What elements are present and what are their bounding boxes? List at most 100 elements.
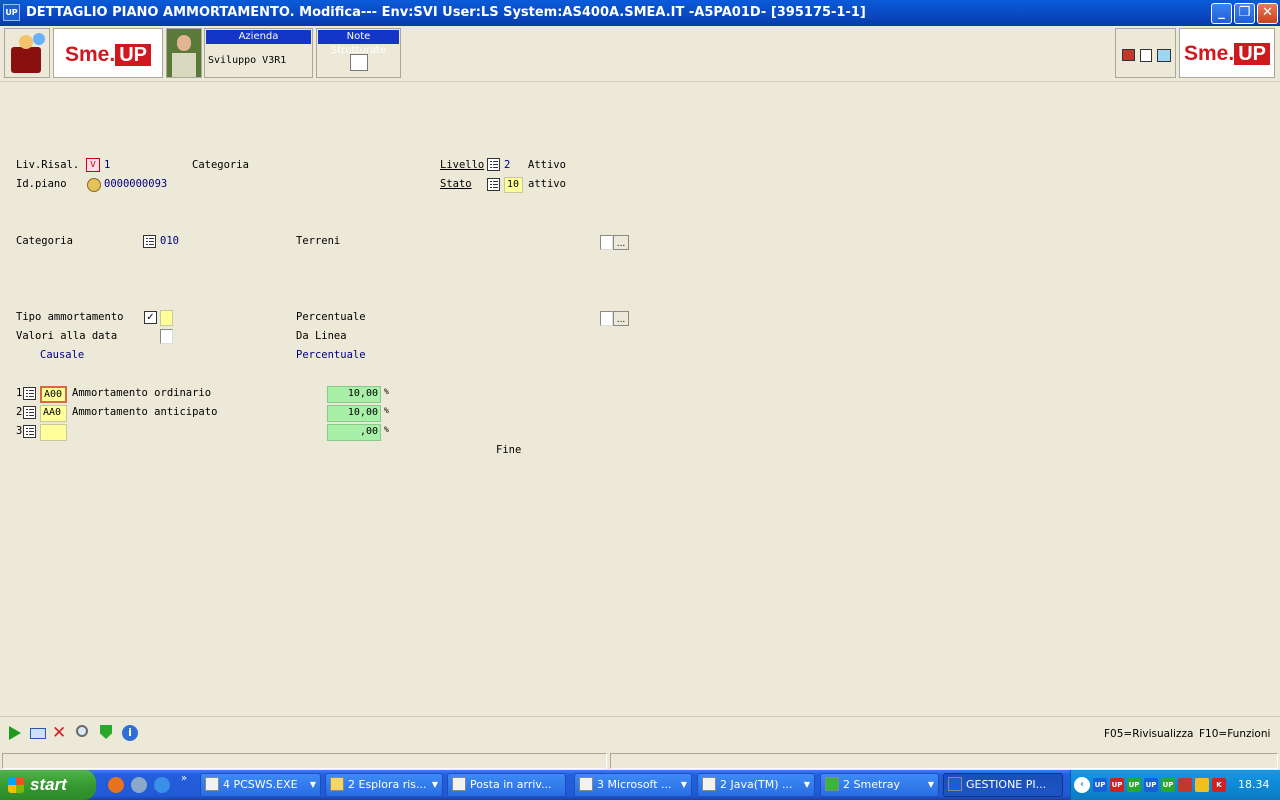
task-gestione[interactable]: GESTIONE PI... — [943, 773, 1063, 797]
row-number: 3 — [16, 425, 23, 437]
smeup-logo-right: Sme. UP — [1179, 28, 1275, 78]
categoria-header: Categoria — [192, 159, 249, 171]
window-title: DETTAGLIO PIANO AMMORTAMENTO. Modifica--… — [26, 5, 866, 20]
status-cell-left — [2, 753, 607, 769]
play-icon[interactable] — [9, 726, 21, 740]
row-grid-icon[interactable] — [23, 406, 36, 419]
azienda-label: Azienda — [206, 30, 311, 44]
fine-label: Fine — [496, 444, 522, 456]
f10-functions-key[interactable]: F10=Funzioni — [1199, 728, 1270, 740]
restore-button[interactable]: ❐ — [1234, 3, 1255, 24]
causale-desc: Ammortamento anticipato — [72, 406, 218, 418]
percentuale-field[interactable]: 10,00 — [327, 386, 381, 403]
tray-smeup-icon[interactable]: UP — [1093, 778, 1107, 792]
causale-code-field[interactable]: AA0 — [40, 405, 67, 422]
tray-shield-icon[interactable] — [1195, 778, 1209, 792]
task-java[interactable]: 2 Java(TM) ... ▼ — [697, 773, 815, 797]
medal-icon[interactable] — [87, 178, 101, 192]
percent-unit: % — [384, 387, 389, 396]
document-icon[interactable] — [1140, 49, 1152, 62]
monitor-icon[interactable] — [1122, 49, 1135, 61]
stato-label[interactable]: Stato — [440, 178, 472, 190]
start-button[interactable]: start — [0, 770, 96, 800]
windows-logo-icon — [8, 777, 24, 793]
livello-grid-icon[interactable] — [487, 158, 500, 171]
book-icon[interactable] — [1157, 49, 1171, 62]
tray-smeup-blue-icon[interactable]: UP — [1144, 778, 1158, 792]
minimize-button[interactable]: _ — [1211, 3, 1232, 24]
tipo-amm-lookup-button[interactable]: ... — [613, 311, 629, 326]
window-icon[interactable] — [30, 728, 46, 739]
note-label: Note Strutturate — [318, 30, 399, 56]
firefox-icon[interactable] — [108, 777, 124, 793]
row-grid-icon[interactable] — [23, 425, 36, 438]
percent-unit: % — [384, 425, 389, 434]
tray-smeup-red-icon[interactable]: UP — [1110, 778, 1124, 792]
tray-smeup-green-icon[interactable]: UP — [1127, 778, 1141, 792]
tools-panel — [1115, 28, 1176, 78]
azienda-panel: Azienda Sviluppo V3R1 — [204, 28, 313, 78]
percent-unit: % — [384, 406, 389, 415]
quicklaunch-chevron-icon[interactable]: » — [181, 773, 187, 784]
system-tray: ‹ UP UP UP UP UP K 18.34 — [1070, 770, 1280, 800]
tray-antivirus-icon[interactable]: K — [1212, 778, 1226, 792]
tipo-amm-field[interactable] — [160, 310, 173, 326]
id-piano-label: Id.piano — [16, 178, 67, 190]
tray-smeup-green2-icon[interactable]: UP — [1161, 778, 1175, 792]
smeup-logo: Sme. UP — [53, 28, 163, 78]
header-toolbar: Sme. UP Azienda Sviluppo V3R1 Note Strutt… — [0, 26, 1280, 82]
printer-user-icon[interactable] — [4, 28, 50, 78]
causale-code-field[interactable]: A00 — [40, 386, 67, 403]
livello-label[interactable]: Livello — [440, 159, 484, 171]
clock: 18.34 — [1238, 778, 1270, 791]
f05-refresh-key[interactable]: F05=Rivisualizza — [1104, 728, 1193, 740]
status-cell-right — [610, 753, 1278, 769]
status-bar — [0, 752, 1280, 770]
network-icon[interactable] — [131, 777, 147, 793]
percentuale-field[interactable]: ,00 — [327, 424, 381, 441]
causale-code-field[interactable] — [40, 424, 67, 441]
tipo-amm-desc: Percentuale — [296, 311, 366, 323]
categoria-checkbox[interactable] — [600, 235, 613, 250]
row-grid-icon[interactable] — [23, 387, 36, 400]
search-icon[interactable] — [76, 725, 88, 737]
categoria-lookup-button[interactable]: ... — [613, 235, 629, 250]
categoria-grid-icon[interactable] — [143, 235, 156, 248]
task-esplora[interactable]: 2 Esplora ris... ▼ — [325, 773, 443, 797]
task-smetray[interactable]: 2 Smetray ▼ — [820, 773, 939, 797]
liv-risal-label: Liv.Risal. — [16, 159, 80, 171]
tray-expand-icon[interactable]: ‹ — [1074, 777, 1090, 793]
note-checkbox[interactable] — [350, 54, 368, 71]
close-button[interactable]: ✕ — [1257, 3, 1278, 24]
task-microsoft[interactable]: 3 Microsoft ... ▼ — [574, 773, 692, 797]
valori-data-checkbox[interactable] — [160, 329, 173, 344]
value-list-icon[interactable]: V — [86, 158, 100, 172]
percentuale-header: Percentuale — [296, 349, 366, 361]
causale-desc: Ammortamento ordinario — [72, 387, 212, 399]
azienda-value: Sviluppo V3R1 — [208, 55, 287, 66]
internet-explorer-icon[interactable] — [154, 777, 170, 793]
bookmark-icon[interactable] — [100, 725, 112, 739]
task-posta[interactable]: Posta in arriv... — [447, 773, 566, 797]
tipo-amm-checkbox[interactable]: ✓ — [144, 311, 157, 324]
task-pcsws[interactable]: 4 PCSWS.EXE ▼ — [200, 773, 321, 797]
note-strutturate-panel: Note Strutturate — [316, 28, 401, 78]
row-number: 2 — [16, 406, 23, 418]
tray-acrobat-icon[interactable] — [1178, 778, 1192, 792]
livello-desc: Attivo — [528, 159, 566, 171]
cancel-icon[interactable]: ✕ — [52, 723, 66, 743]
tipo-amm-option-checkbox[interactable] — [600, 311, 613, 326]
row-number: 1 — [16, 387, 23, 399]
title-bar: UP DETTAGLIO PIANO AMMORTAMENTO. Modific… — [0, 0, 1280, 26]
stato-field[interactable]: 10 — [504, 177, 523, 193]
categoria-desc: Terreni — [296, 235, 341, 247]
tipo-amm-label: Tipo ammortamento — [16, 311, 124, 323]
id-piano-value: 0000000093 — [104, 178, 168, 190]
percentuale-field[interactable]: 10,00 — [327, 405, 381, 422]
categoria-value: 010 — [160, 235, 179, 247]
info-icon[interactable]: i — [122, 725, 138, 741]
valori-data-label: Valori alla data — [16, 330, 118, 342]
causale-header: Causale — [40, 349, 85, 361]
livello-value: 2 — [504, 159, 511, 171]
stato-grid-icon[interactable] — [487, 178, 500, 191]
